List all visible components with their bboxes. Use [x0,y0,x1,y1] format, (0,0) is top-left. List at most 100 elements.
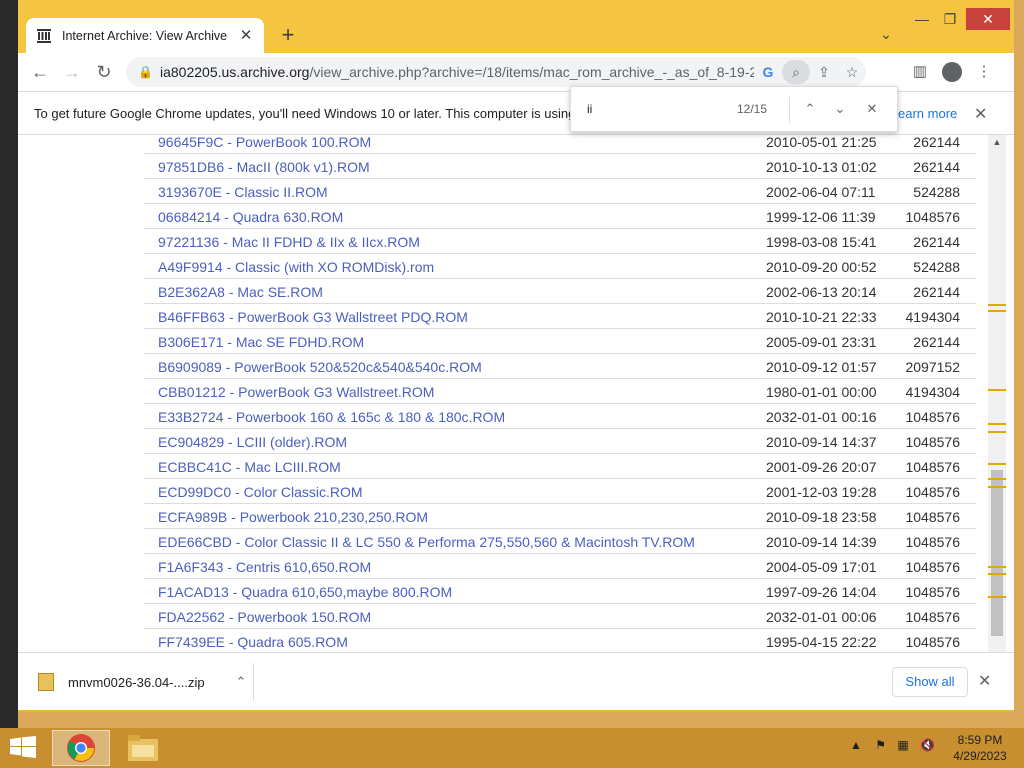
file-link[interactable]: EC904829 - LCIII (older).ROM [158,434,347,450]
scroll-up-arrow-icon[interactable]: ▲ [988,137,1006,153]
infobar-close-icon[interactable]: ✕ [974,104,987,124]
minimize-button[interactable]: — [908,8,936,30]
action-center-flag-icon[interactable]: ⚑ [875,738,886,752]
find-close-icon[interactable]: ✕ [861,98,883,120]
file-link[interactable]: ECD99DC0 - Color Classic.ROM [158,484,363,500]
find-match-marker [988,478,1006,480]
maximize-button[interactable]: ❐ [936,8,964,30]
back-arrow-icon[interactable]: ← [28,60,52,84]
desktop-edge [0,0,18,730]
table-row: 96645F9C - PowerBook 100.ROM 2010-05-01 2… [144,135,976,154]
share-icon[interactable]: ⇪ [810,60,838,84]
file-size: 262144 [913,234,960,250]
find-in-page-icon[interactable]: ⌕ [782,60,810,84]
chevron-up-icon[interactable]: ⌃ [229,674,253,690]
address-bar[interactable]: 🔒 ia802205.us.archive.org /view_archive.… [126,57,866,87]
file-date: 1980-01-01 00:00 [766,384,877,400]
file-link[interactable]: ECFA989B - Powerbook 210,230,250.ROM [158,509,428,525]
file-size: 4194304 [905,309,960,325]
find-input[interactable]: ii [587,102,592,116]
file-list: 96645F9C - PowerBook 100.ROM 2010-05-01 2… [144,135,976,652]
file-link[interactable]: ECBBC41C - Mac LCIII.ROM [158,459,341,475]
file-date: 2010-09-14 14:39 [766,534,877,550]
file-link[interactable]: 96645F9C - PowerBook 100.ROM [158,135,371,150]
table-row: 3193670E - Classic II.ROM 2002-06-04 07:1… [144,179,976,204]
download-item[interactable]: mnvm0026-36.04-....zip ⌃ [30,663,254,701]
file-explorer-taskbar-icon[interactable] [114,730,172,766]
file-date: 2010-09-14 14:37 [766,434,877,450]
file-size: 1048576 [905,509,960,525]
file-link[interactable]: B2E362A8 - Mac SE.ROM [158,284,323,300]
table-row: FF7439EE - Quadra 605.ROM 1995-04-15 22:2… [144,629,976,652]
lock-icon: 🔒 [138,65,153,79]
reload-icon[interactable]: ↻ [92,60,116,84]
tab-close-icon[interactable]: ✕ [238,28,254,44]
file-date: 1995-04-15 22:22 [766,634,877,650]
profile-avatar[interactable] [940,60,964,84]
table-row: 97221136 - Mac II FDHD & IIx & IIcx.ROM 1… [144,229,976,254]
close-window-button[interactable]: ✕ [966,8,1010,30]
forward-arrow-icon[interactable]: → [60,60,84,84]
url-path: /view_archive.php?archive=/18/items/mac_… [309,64,754,80]
file-link[interactable]: 06684214 - Quadra 630.ROM [158,209,343,225]
file-link[interactable]: 3193670E - Classic II.ROM [158,184,328,200]
avatar-icon [942,62,962,82]
file-link[interactable]: E33B2724 - Powerbook 160 & 165c & 180 & … [158,409,505,425]
table-row: FDA22562 - Powerbook 150.ROM 2032-01-01 0… [144,604,976,629]
find-match-marker [988,463,1006,465]
vertical-scrollbar[interactable]: ▲ [988,135,1006,652]
file-link[interactable]: 97221136 - Mac II FDHD & IIx & IIcx.ROM [158,234,420,250]
chevron-down-icon[interactable]: ⌄ [876,26,896,46]
file-link[interactable]: F1A6F343 - Centris 610,650.ROM [158,559,371,575]
file-link[interactable]: FDA22562 - Powerbook 150.ROM [158,609,371,625]
find-match-count: 12/15 [737,102,768,116]
file-size: 1048576 [905,634,960,650]
chrome-taskbar-icon[interactable] [52,730,110,766]
file-link[interactable]: B46FFB63 - PowerBook G3 Wallstreet PDQ.R… [158,309,468,325]
file-size: 1048576 [905,484,960,500]
side-panel-icon[interactable]: ▥ [908,60,932,84]
file-link[interactable]: A49F9914 - Classic (with XO ROMDisk).rom [158,259,434,275]
new-tab-icon[interactable]: + [276,24,300,48]
zip-file-icon [38,673,54,691]
tab-internet-archive[interactable]: Internet Archive: View Archive ✕ [26,18,264,54]
find-divider [789,97,790,123]
file-link[interactable]: FF7439EE - Quadra 605.ROM [158,634,348,650]
file-link[interactable]: CBB01212 - PowerBook G3 Wallstreet.ROM [158,384,434,400]
find-next-chevron-down-icon[interactable]: ⌄ [829,98,851,120]
find-match-marker [988,389,1006,391]
show-hidden-icons-icon[interactable]: ▲ [850,738,862,752]
file-date: 1999-12-06 11:39 [766,209,876,225]
volume-muted-icon[interactable]: 🔇 [920,738,935,752]
scroll-thumb[interactable] [991,470,1003,636]
infobar-message: To get future Google Chrome updates, you… [34,105,576,121]
download-filename: mnvm0026-36.04-....zip [68,674,205,690]
learn-more-link[interactable]: earn more [898,106,957,121]
more-menu-icon[interactable]: ⋮ [972,60,996,84]
network-icon[interactable]: ▦ [897,738,908,752]
table-row: F1ACAD13 - Quadra 610,650,maybe 800.ROM 1… [144,579,976,604]
clock-time: 8:59 PM [957,733,1003,747]
find-match-marker [988,431,1006,433]
file-link[interactable]: EDE66CBD - Color Classic II & LC 550 & P… [158,534,695,550]
table-row: EC904829 - LCIII (older).ROM 2010-09-14 1… [144,429,976,454]
windows-start-icon[interactable] [10,736,38,760]
taskbar-clock[interactable]: 8:59 PM 4/29/2023 [950,732,1010,764]
bookmark-star-icon[interactable]: ☆ [838,60,866,84]
file-date: 2010-09-18 23:58 [766,509,877,525]
find-previous-chevron-up-icon[interactable]: ⌃ [799,98,821,120]
google-translate-icon[interactable]: G [754,60,782,84]
find-match-marker [988,423,1006,425]
table-row: CBB01212 - PowerBook G3 Wallstreet.ROM 19… [144,379,976,404]
file-date: 2001-12-03 19:28 [766,484,877,500]
file-link[interactable]: F1ACAD13 - Quadra 610,650,maybe 800.ROM [158,584,452,600]
show-all-button[interactable]: Show all [892,667,968,697]
file-link[interactable]: B306E171 - Mac SE FDHD.ROM [158,334,364,350]
windows-taskbar: ▲ ⚑ ▦ 🔇 8:59 PM 4/29/2023 [0,728,1024,768]
tab-strip: Internet Archive: View Archive ✕ + ⌄ — ❐… [18,0,1014,54]
file-link[interactable]: 97851DB6 - MacII (800k v1).ROM [158,159,370,175]
download-shelf: mnvm0026-36.04-....zip ⌃ Show all ✕ [18,652,1014,710]
table-row: EDE66CBD - Color Classic II & LC 550 & P… [144,529,976,554]
file-link[interactable]: B6909089 - PowerBook 520&520c&540&540c.R… [158,359,482,375]
download-shelf-close-icon[interactable]: ✕ [978,671,991,691]
